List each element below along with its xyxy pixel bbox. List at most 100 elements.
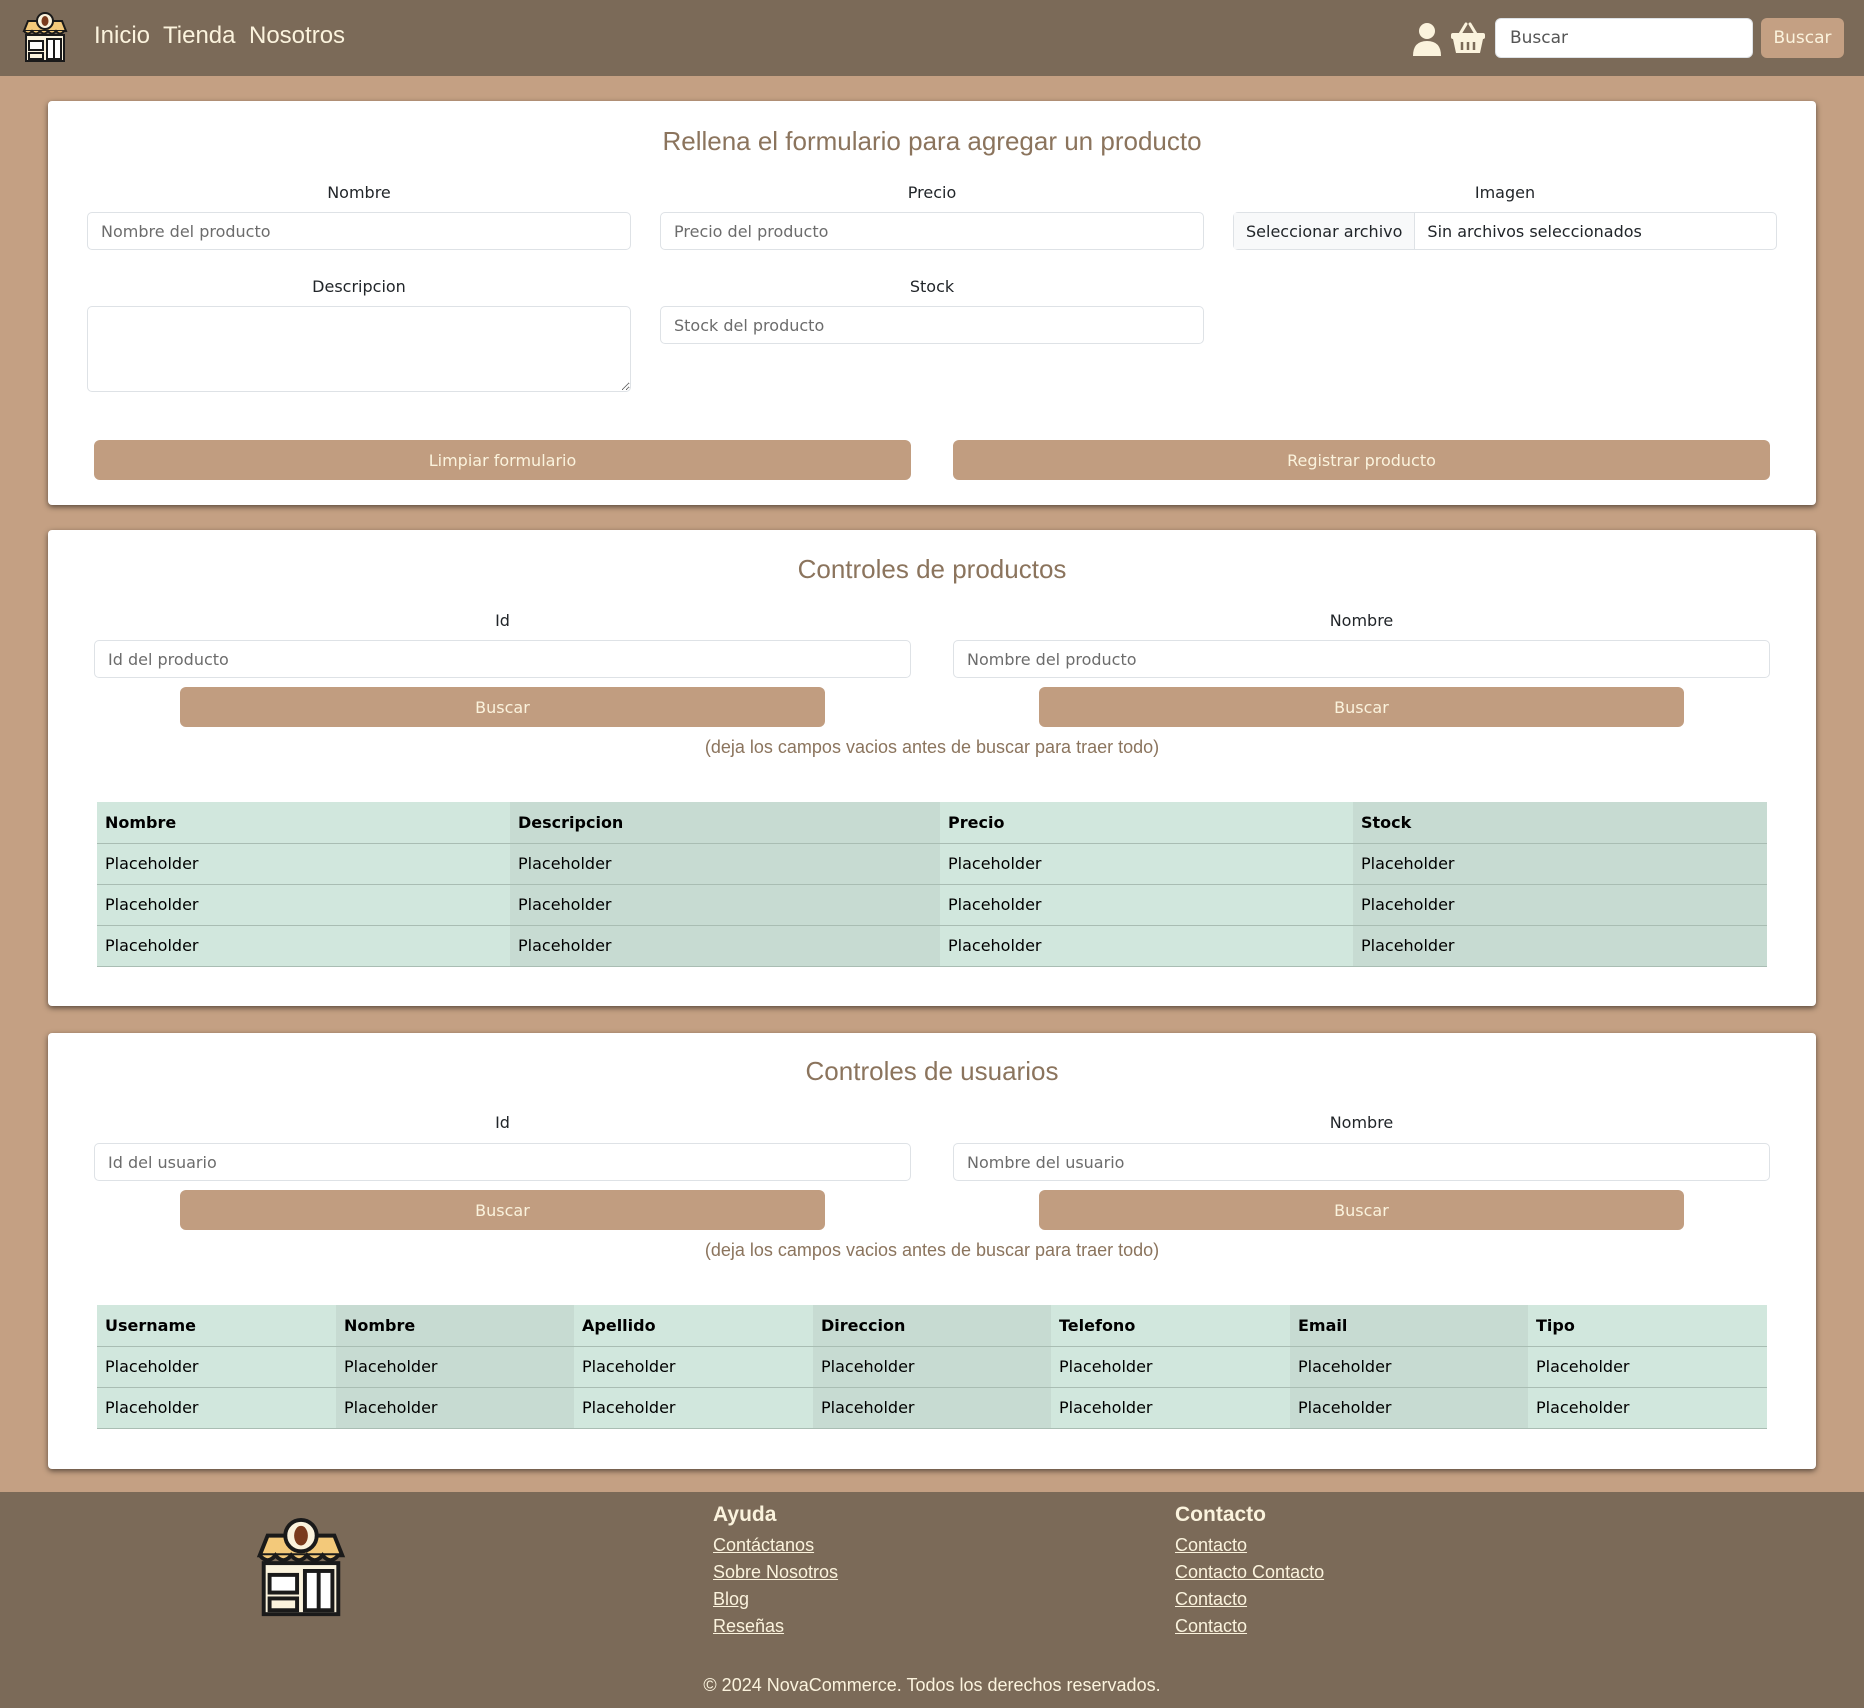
store-logo-icon[interactable] bbox=[18, 11, 72, 65]
table-cell: Placeholder bbox=[1353, 843, 1767, 885]
table-header: Apellido bbox=[574, 1305, 813, 1347]
footer-link-sobre-nosotros[interactable]: Sobre Nosotros bbox=[713, 1559, 838, 1586]
footer-link-contactanos[interactable]: Contáctanos bbox=[713, 1532, 838, 1559]
footer-contacto-column: Contacto Contacto Contacto Contacto Cont… bbox=[1175, 1500, 1324, 1640]
product-controls-title: Controles de productos bbox=[797, 554, 1067, 584]
descripcion-label: Descripcion bbox=[312, 277, 406, 296]
table-cell: Placeholder bbox=[813, 1346, 1051, 1388]
table-header: Tipo bbox=[1528, 1305, 1767, 1347]
footer-link-blog[interactable]: Blog bbox=[713, 1586, 838, 1613]
product-image-file-input[interactable]: Seleccionar archivo Sin archivos selecci… bbox=[1233, 212, 1777, 250]
table-row: Placeholder Placeholder Placeholder Plac… bbox=[97, 1387, 1767, 1429]
table-header: Descripcion bbox=[510, 802, 940, 844]
imagen-label: Imagen bbox=[1474, 183, 1536, 202]
product-id-search-input[interactable] bbox=[94, 640, 911, 678]
product-id-search-button[interactable]: Buscar bbox=[180, 687, 825, 727]
footer-link-contacto[interactable]: Contacto Contacto bbox=[1175, 1559, 1324, 1586]
table-cell: Placeholder bbox=[1290, 1346, 1528, 1388]
nombre-label: Nombre bbox=[327, 183, 391, 202]
table-header: Username bbox=[97, 1305, 336, 1347]
product-description-textarea[interactable] bbox=[87, 306, 631, 392]
user-icon[interactable] bbox=[1412, 22, 1442, 56]
product-name-input[interactable] bbox=[87, 212, 631, 250]
product-name-search-button[interactable]: Buscar bbox=[1039, 687, 1684, 727]
product-name-search-input[interactable] bbox=[953, 640, 1770, 678]
basket-icon[interactable] bbox=[1450, 22, 1486, 54]
table-header-row: Nombre Descripcion Precio Stock bbox=[97, 802, 1767, 844]
table-cell: Placeholder bbox=[574, 1387, 813, 1429]
nav-search-button[interactable]: Buscar bbox=[1761, 18, 1844, 58]
footer-link-contacto[interactable]: Contacto bbox=[1175, 1586, 1324, 1613]
table-cell: Placeholder bbox=[1528, 1387, 1767, 1429]
store-logo-icon bbox=[256, 1517, 346, 1617]
user-id-search-input[interactable] bbox=[94, 1143, 911, 1181]
product-search-hint: (deja los campos vacios antes de buscar … bbox=[704, 737, 1160, 757]
table-cell: Placeholder bbox=[940, 925, 1353, 967]
user-name-search-input[interactable] bbox=[953, 1143, 1770, 1181]
user-name-search-button[interactable]: Buscar bbox=[1039, 1190, 1684, 1230]
table-cell: Placeholder bbox=[813, 1387, 1051, 1429]
table-cell: Placeholder bbox=[574, 1346, 813, 1388]
product-nombre-label: Nombre bbox=[1329, 611, 1394, 630]
footer-link-contacto[interactable]: Contacto bbox=[1175, 1532, 1324, 1559]
table-cell: Placeholder bbox=[336, 1346, 574, 1388]
users-table: Username Nombre Apellido Direccion Telef… bbox=[97, 1305, 1767, 1429]
product-stock-input[interactable] bbox=[660, 306, 1204, 344]
product-id-label: Id bbox=[495, 611, 510, 630]
user-controls-card: Controles de usuarios Id Buscar Nombre B… bbox=[48, 1033, 1816, 1469]
user-controls-title: Controles de usuarios bbox=[805, 1056, 1059, 1086]
stock-label: Stock bbox=[909, 277, 955, 296]
table-header: Telefono bbox=[1051, 1305, 1290, 1347]
nav-link-inicio[interactable]: Inicio bbox=[94, 22, 150, 50]
clear-form-button[interactable]: Limpiar formulario bbox=[94, 440, 911, 480]
file-select-button[interactable]: Seleccionar archivo bbox=[1234, 213, 1416, 249]
product-price-input[interactable] bbox=[660, 212, 1204, 250]
table-cell: Placeholder bbox=[97, 884, 510, 926]
table-header: Precio bbox=[940, 802, 1353, 844]
table-header: Email bbox=[1290, 1305, 1528, 1347]
table-header: Nombre bbox=[336, 1305, 574, 1347]
table-row: Placeholder Placeholder Placeholder Plac… bbox=[97, 843, 1767, 885]
user-search-hint: (deja los campos vacios antes de buscar … bbox=[704, 1240, 1160, 1260]
footer-ayuda-title: Ayuda bbox=[713, 1503, 777, 1526]
user-nombre-label: Nombre bbox=[1329, 1113, 1394, 1132]
table-header-row: Username Nombre Apellido Direccion Telef… bbox=[97, 1305, 1767, 1347]
table-cell: Placeholder bbox=[510, 925, 940, 967]
table-cell: Placeholder bbox=[940, 843, 1353, 885]
footer-copyright: © 2024 NovaCommerce. Todos los derechos … bbox=[703, 1675, 1161, 1695]
table-cell: Placeholder bbox=[97, 1346, 336, 1388]
table-header: Nombre bbox=[97, 802, 510, 844]
table-cell: Placeholder bbox=[1051, 1387, 1290, 1429]
user-id-search-button[interactable]: Buscar bbox=[180, 1190, 825, 1230]
user-id-label: Id bbox=[495, 1113, 510, 1132]
footer-contacto-title: Contacto bbox=[1175, 1503, 1266, 1526]
register-product-button[interactable]: Registrar producto bbox=[953, 440, 1770, 480]
table-row: Placeholder Placeholder Placeholder Plac… bbox=[97, 884, 1767, 926]
product-form-card: Rellena el formulario para agregar un pr… bbox=[48, 101, 1816, 505]
product-form-title: Rellena el formulario para agregar un pr… bbox=[662, 126, 1202, 156]
table-cell: Placeholder bbox=[510, 884, 940, 926]
nav-link-tienda[interactable]: Tienda bbox=[163, 22, 236, 50]
table-cell: Placeholder bbox=[1290, 1387, 1528, 1429]
table-cell: Placeholder bbox=[1353, 925, 1767, 967]
products-table: Nombre Descripcion Precio Stock Placehol… bbox=[97, 802, 1767, 967]
table-cell: Placeholder bbox=[1528, 1346, 1767, 1388]
footer-link-resenas[interactable]: Reseñas bbox=[713, 1613, 838, 1640]
file-status-text: Sin archivos seleccionados bbox=[1427, 221, 1642, 241]
navbar: Inicio Tienda Nosotros Buscar bbox=[0, 0, 1864, 76]
product-controls-card: Controles de productos Id Buscar Nombre … bbox=[48, 530, 1816, 1006]
footer: Ayuda Contáctanos Sobre Nosotros Blog Re… bbox=[0, 1492, 1864, 1708]
table-cell: Placeholder bbox=[336, 1387, 574, 1429]
table-cell: Placeholder bbox=[97, 1387, 336, 1429]
table-cell: Placeholder bbox=[1051, 1346, 1290, 1388]
table-header: Direccion bbox=[813, 1305, 1051, 1347]
table-cell: Placeholder bbox=[510, 843, 940, 885]
nav-search-input[interactable] bbox=[1495, 18, 1753, 58]
precio-label: Precio bbox=[907, 183, 957, 202]
nav-link-nosotros[interactable]: Nosotros bbox=[249, 22, 345, 50]
table-row: Placeholder Placeholder Placeholder Plac… bbox=[97, 1346, 1767, 1388]
footer-link-contacto[interactable]: Contacto bbox=[1175, 1613, 1324, 1640]
table-header: Stock bbox=[1353, 802, 1767, 844]
table-cell: Placeholder bbox=[1353, 884, 1767, 926]
table-row: Placeholder Placeholder Placeholder Plac… bbox=[97, 925, 1767, 967]
